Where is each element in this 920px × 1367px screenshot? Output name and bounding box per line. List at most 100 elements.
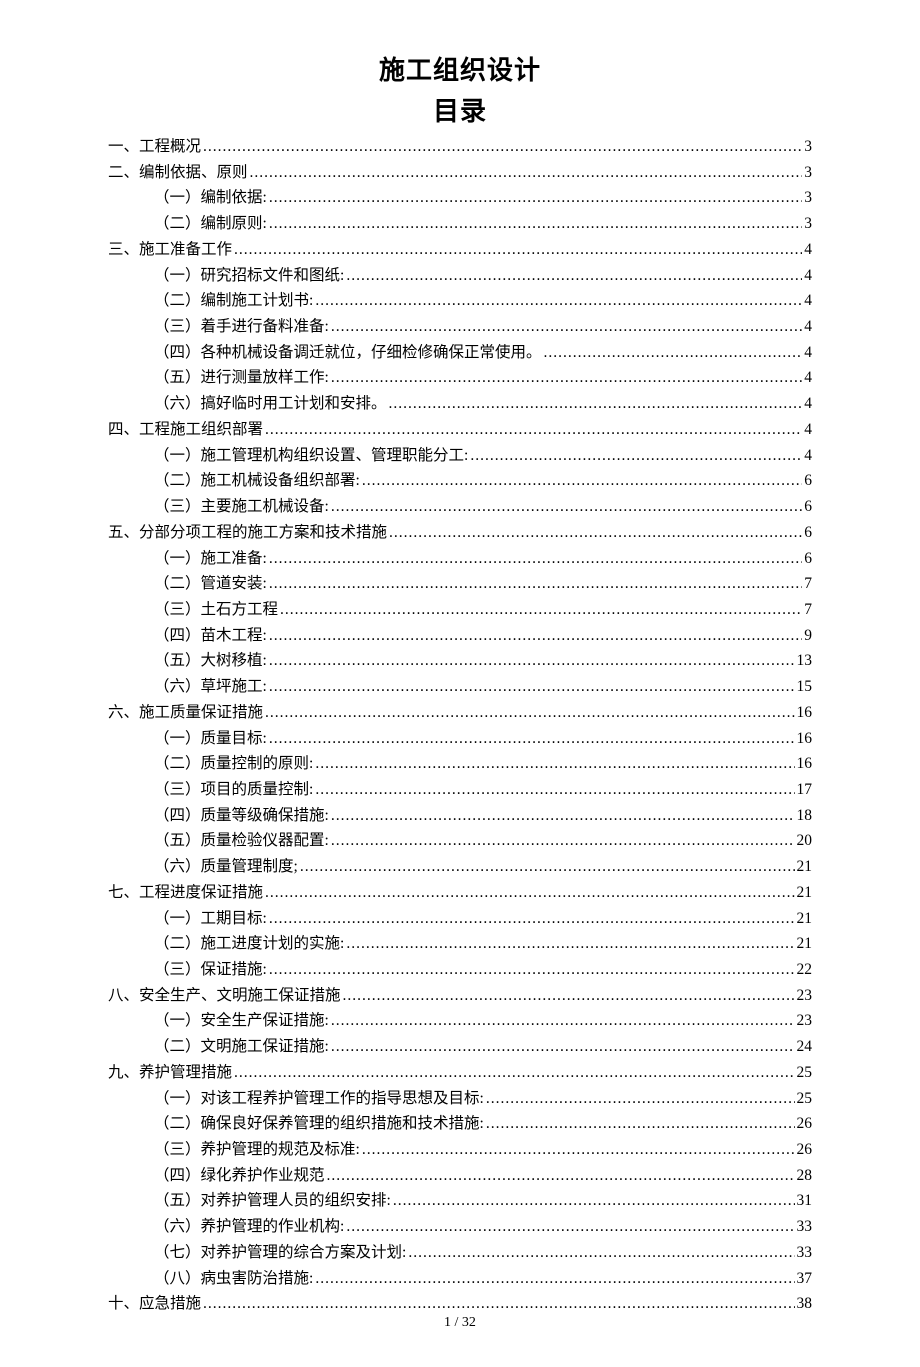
toc-leader-dots — [470, 443, 802, 469]
toc-leader-dots — [408, 1240, 794, 1266]
toc-leader-dots — [234, 237, 802, 263]
toc-entry-label: （一）对该工程养护管理工作的指导思想及目标: — [154, 1086, 484, 1112]
toc-entry-label: 十、应急措施 — [108, 1291, 201, 1317]
toc-leader-dots — [331, 314, 802, 340]
toc-leader-dots — [331, 365, 802, 391]
toc-entry-page: 25 — [797, 1060, 813, 1086]
toc-entry: （二）确保良好保养管理的组织措施和技术措施:26 — [108, 1111, 812, 1137]
toc-leader-dots — [269, 211, 802, 237]
toc-entry-page: 4 — [804, 263, 812, 289]
toc-entry-page: 4 — [804, 443, 812, 469]
toc-entry-label: 四、工程施工组织部署 — [108, 417, 263, 443]
toc-entry-page: 33 — [797, 1240, 813, 1266]
toc-leader-dots — [389, 520, 802, 546]
toc-entry: （六）搞好临时用工计划和安排。 4 — [108, 391, 812, 417]
toc-entry-label: （五）进行测量放样工作: — [154, 365, 329, 391]
toc-entry: 一、工程概况 3 — [108, 134, 812, 160]
toc-entry-label: （一）研究招标文件和图纸: — [154, 263, 344, 289]
toc-entry-page: 7 — [804, 571, 812, 597]
toc-entry-page: 23 — [797, 1008, 813, 1034]
toc-entry-page: 18 — [797, 803, 813, 829]
toc-leader-dots — [269, 957, 795, 983]
toc-entry: （七）对养护管理的综合方案及计划:33 — [108, 1240, 812, 1266]
toc-entry-label: （二）管道安装: — [154, 571, 267, 597]
toc-entry: （六）草坪施工:15 — [108, 674, 812, 700]
toc-leader-dots — [315, 777, 794, 803]
toc-leader-dots — [315, 288, 802, 314]
toc-entry: （二）管道安装: 7 — [108, 571, 812, 597]
toc-entry-page: 7 — [804, 597, 812, 623]
toc-leader-dots — [393, 1188, 795, 1214]
toc-entry: 二、编制依据、原则 3 — [108, 160, 812, 186]
toc-entry-label: 一、工程概况 — [108, 134, 201, 160]
toc-entry-page: 31 — [797, 1188, 813, 1214]
table-of-contents: 一、工程概况 3二、编制依据、原则 3（一）编制依据:3（二）编制原则:3三、施… — [108, 134, 812, 1317]
toc-entry: （一）工期目标:21 — [108, 906, 812, 932]
toc-leader-dots — [362, 1137, 795, 1163]
toc-entry: （四）质量等级确保措施: 18 — [108, 803, 812, 829]
toc-entry-label: 八、安全生产、文明施工保证措施 — [108, 983, 341, 1009]
toc-entry: （五）进行测量放样工作:4 — [108, 365, 812, 391]
toc-leader-dots — [203, 1291, 794, 1317]
toc-entry-label: （二）文明施工保证措施: — [154, 1034, 329, 1060]
toc-entry-label: 五、分部分项工程的施工方案和技术措施 — [108, 520, 387, 546]
toc-leader-dots — [331, 1008, 795, 1034]
toc-entry-page: 3 — [804, 185, 812, 211]
toc-entry-page: 21 — [797, 931, 813, 957]
toc-entry-page: 21 — [797, 880, 813, 906]
toc-entry-page: 4 — [804, 314, 812, 340]
toc-leader-dots — [269, 185, 802, 211]
toc-entry: （二）编制施工计划书:4 — [108, 288, 812, 314]
toc-leader-dots — [346, 263, 802, 289]
toc-entry: （五）大树移植:13 — [108, 648, 812, 674]
toc-entry-label: （三）养护管理的规范及标准: — [154, 1137, 360, 1163]
toc-entry-label: （三）着手进行备料准备: — [154, 314, 329, 340]
toc-entry-label: （三）土石方工程 — [154, 597, 278, 623]
toc-leader-dots — [265, 417, 802, 443]
toc-entry-label: （五）质量检验仪器配置: — [154, 828, 329, 854]
toc-entry-page: 38 — [797, 1291, 813, 1317]
toc-entry-label: （四）质量等级确保措施: — [154, 803, 329, 829]
toc-leader-dots — [250, 160, 803, 186]
toc-entry: （六）养护管理的作业机构:33 — [108, 1214, 812, 1240]
toc-entry: （四）各种机械设备调迁就位，仔细检修确保正常使用。4 — [108, 340, 812, 366]
toc-entry-label: （六）搞好临时用工计划和安排。 — [154, 391, 387, 417]
toc-leader-dots — [269, 571, 802, 597]
toc-entry: （一）质量目标:16 — [108, 726, 812, 752]
toc-entry-label: （六）养护管理的作业机构: — [154, 1214, 344, 1240]
toc-entry: 七、工程进度保证措施 21 — [108, 880, 812, 906]
toc-entry: （一）编制依据:3 — [108, 185, 812, 211]
toc-entry-label: （二）质量控制的原则: — [154, 751, 313, 777]
toc-entry: （五）质量检验仪器配置: 20 — [108, 828, 812, 854]
toc-entry-label: （八）病虫害防治措施: — [154, 1266, 313, 1292]
toc-entry: （一）对该工程养护管理工作的指导思想及目标:25 — [108, 1086, 812, 1112]
toc-entry-label: （四）各种机械设备调迁就位，仔细检修确保正常使用。 — [154, 340, 542, 366]
toc-leader-dots — [269, 546, 802, 572]
toc-entry: （八）病虫害防治措施:37 — [108, 1266, 812, 1292]
toc-leader-dots — [269, 648, 795, 674]
toc-entry-page: 3 — [804, 160, 812, 186]
toc-entry-page: 6 — [804, 546, 812, 572]
toc-entry-page: 16 — [797, 700, 813, 726]
toc-entry: （五）对养护管理人员的组织安排: 31 — [108, 1188, 812, 1214]
toc-entry: （四）苗木工程:9 — [108, 623, 812, 649]
toc-entry-page: 16 — [797, 726, 813, 752]
toc-entry-label: （二）编制施工计划书: — [154, 288, 313, 314]
toc-entry-page: 20 — [797, 828, 813, 854]
toc-entry-page: 22 — [797, 957, 813, 983]
toc-entry: （二）文明施工保证措施:24 — [108, 1034, 812, 1060]
toc-entry: 十、应急措施 38 — [108, 1291, 812, 1317]
toc-entry-label: （五）对养护管理人员的组织安排: — [154, 1188, 391, 1214]
toc-entry: （四）绿化养护作业规范28 — [108, 1163, 812, 1189]
toc-entry: （三）土石方工程 7 — [108, 597, 812, 623]
toc-leader-dots — [300, 854, 795, 880]
toc-entry-label: （六）质量管理制度; — [154, 854, 298, 880]
toc-leader-dots — [343, 983, 795, 1009]
toc-leader-dots — [269, 906, 795, 932]
toc-leader-dots — [331, 828, 795, 854]
toc-entry-page: 4 — [804, 391, 812, 417]
toc-leader-dots — [269, 623, 802, 649]
toc-leader-dots — [265, 700, 794, 726]
toc-entry: （一）施工准备:6 — [108, 546, 812, 572]
toc-leader-dots — [327, 1163, 795, 1189]
